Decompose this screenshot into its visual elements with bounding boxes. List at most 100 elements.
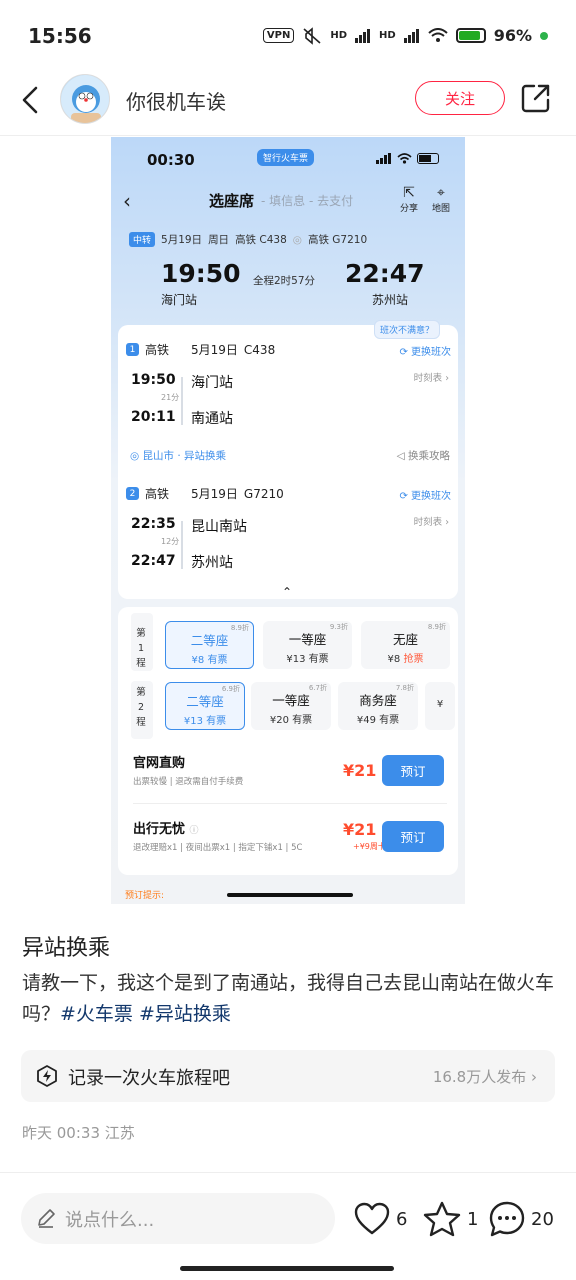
back-icon[interactable] — [14, 82, 50, 118]
image-segment-date: 5月19日 — [191, 487, 238, 501]
image-seg2-dep-time: 22:35 — [131, 516, 176, 532]
image-segment-train: G7210 — [243, 486, 284, 501]
image-seg1-arr-station: 南通站 — [191, 411, 233, 427]
image-arrive-station: 苏州站 — [372, 293, 409, 307]
image-dissatisfied-link: 班次不满意？ — [374, 320, 441, 339]
record-trip-text: 记录一次火车旅程吧 — [68, 1068, 230, 1089]
image-seg2-arr-time: 22:47 — [131, 553, 176, 569]
image-status-time: 00:30 — [147, 151, 195, 169]
image-segment-train: C438 — [243, 342, 276, 357]
post-image[interactable]: 00:30 智行火车票 ‹ 选座席 - 填信息 - 去支付 ⇱ 分享 ⌖ 地图 中转… — [111, 137, 465, 904]
image-seg2-bar — [181, 521, 183, 569]
image-step-current: 选座席 — [209, 192, 255, 210]
share-icon[interactable] — [520, 82, 552, 114]
signal-hd2-icon: HD — [379, 30, 396, 41]
image-share-icon: ⇱ — [403, 185, 415, 201]
vpn-icon: VPN — [262, 28, 295, 43]
comment-button[interactable]: 20 — [489, 1199, 554, 1239]
image-buy-worryfree-note: +¥9周卡 — [353, 842, 386, 851]
image-seat-leg2-more: ¥ — [425, 682, 455, 730]
image-buy-worryfree-price: ¥21 — [343, 820, 377, 839]
image-transfer-guide: ◁ 换乘攻略 — [396, 450, 450, 462]
image-seg1-timetable: 时刻表 › — [413, 373, 449, 384]
image-book-button-2: 预订 — [382, 821, 444, 852]
image-seg1-arr-time: 20:11 — [131, 409, 176, 425]
post-tag-train-ticket[interactable]: #火车票 — [60, 1003, 133, 1025]
battery-level: 96% — [493, 26, 532, 45]
image-brand-badge: 智行火车票 — [257, 149, 315, 166]
image-info-icon: ⓘ — [189, 826, 199, 836]
image-trip-weekday: 周日 — [208, 234, 230, 246]
home-indicator — [180, 1266, 394, 1271]
record-trip-count: 16.8万人发布 › — [432, 1068, 537, 1086]
record-trip-banner[interactable]: 记录一次火车旅程吧 16.8万人发布 › — [21, 1050, 555, 1102]
image-seat-leg1-second: 8.9折 二等座 ¥8 有票 — [165, 621, 254, 669]
image-depart-station: 海门站 — [161, 293, 198, 307]
image-leg2-label: 第2程 — [136, 687, 146, 728]
image-segment-date: 5月19日 — [191, 343, 238, 357]
post-tag-transfer[interactable]: #异站换乘 — [139, 1003, 231, 1025]
image-seat-leg1-standing: 8.9折 无座 ¥8 抢票 — [361, 621, 450, 669]
lightning-icon — [37, 1065, 57, 1087]
image-trip-summary: 中转 5月19日 周日 高铁 C438 ◎ 高铁 G7210 — [129, 232, 367, 247]
post-title: 异站换乘 — [22, 936, 111, 961]
image-segment-2-head: 2 高铁 5月19日 G7210 — [126, 485, 284, 502]
image-transfer-row: ◎ 昆山市 · 异站换乘 ◁ 换乘攻略 — [118, 443, 458, 467]
comment-bubble-icon — [489, 1201, 525, 1237]
image-seat-leg2-business: 7.8折 商务座 ¥49 有票 — [338, 682, 418, 730]
battery-icon — [455, 28, 486, 43]
comment-input[interactable]: 说点什么... — [21, 1193, 335, 1244]
image-map-tool: ⌖ 地图 — [427, 185, 455, 214]
image-collapse-chevron-icon: ⌃ — [282, 585, 293, 599]
comment-count: 20 — [531, 1208, 554, 1230]
image-segment-number: 1 — [126, 343, 139, 356]
collect-count: 1 — [467, 1208, 479, 1230]
image-segment-type: 高铁 — [145, 343, 170, 357]
post-body: 请教一下，我这个是到了南通站，我得自己去昆山南站在做火车吗？#火车票 #异站换乘 — [22, 968, 558, 1030]
image-buy-worryfree-sub: 退改理赔x1 | 夜间出票x1 | 指定下铺x1 | 5C — [133, 843, 303, 853]
image-buy-divider — [133, 803, 447, 804]
image-seg2-dep-station: 昆山南站 — [191, 519, 247, 535]
like-count: 6 — [396, 1208, 408, 1230]
pen-icon — [38, 1209, 55, 1228]
follow-button[interactable]: 关注 — [415, 81, 505, 115]
image-arrive-time: 22:47 — [345, 259, 425, 288]
image-book-button-1: 预订 — [382, 755, 444, 786]
image-seat-leg2-first: 6.7折 一等座 ¥20 有票 — [251, 682, 331, 730]
image-change-train-1: ⟳ 更换班次 — [399, 347, 451, 358]
image-seg1-dep-station: 海门站 — [191, 375, 233, 391]
comment-placeholder: 说点什么... — [65, 1210, 155, 1231]
image-trip-date: 5月19日 — [161, 234, 203, 246]
image-trip-train2: 高铁 G7210 — [307, 234, 368, 246]
star-icon — [423, 1201, 461, 1237]
top-nav: 你很机车诶 关注 — [0, 72, 576, 136]
author-name[interactable]: 你很机车诶 — [126, 86, 226, 115]
image-total-duration: 全程2时57分 — [253, 275, 316, 287]
image-buy-official-sub: 出票较慢 | 退改需自付手续费 — [133, 777, 244, 787]
image-segment-type: 高铁 — [145, 487, 170, 501]
image-seg1-duration: 21分 — [161, 393, 180, 402]
image-seg2-timetable: 时刻表 › — [413, 517, 449, 528]
image-seat-leg2-second: 6.9折 二等座 ¥13 有票 — [165, 682, 245, 730]
image-segment-1-head: 1 高铁 5月19日 C438 — [126, 341, 275, 358]
status-bar: 15:56 VPN HD HD 96% — [0, 0, 576, 72]
image-wifi-icon — [397, 153, 412, 164]
status-icons: VPN HD HD 96% — [262, 26, 548, 45]
collect-button[interactable]: 1 — [423, 1199, 478, 1239]
signal-icon — [355, 28, 371, 43]
image-change-train-2: ⟳ 更换班次 — [399, 491, 451, 502]
image-booking-tip: 预订提示: — [125, 891, 165, 901]
image-status-icons — [376, 153, 439, 164]
post-meta: 昨天 00:33 江苏 — [22, 1124, 135, 1142]
like-button[interactable]: 6 — [354, 1199, 407, 1239]
image-home-indicator — [227, 893, 353, 897]
image-map-pin-icon: ⌖ — [437, 185, 445, 201]
image-buy-official-title: 官网直购 — [133, 756, 186, 771]
image-seg1-bar — [181, 377, 183, 425]
image-seg2-duration: 12分 — [161, 537, 180, 546]
image-segment-number: 2 — [126, 487, 139, 500]
image-buy-worryfree-title: 出行无忧 ⓘ — [133, 822, 199, 837]
avatar[interactable] — [60, 74, 110, 124]
wifi-icon — [428, 28, 448, 42]
image-step-rest: - 填信息 - 去支付 — [261, 194, 354, 208]
